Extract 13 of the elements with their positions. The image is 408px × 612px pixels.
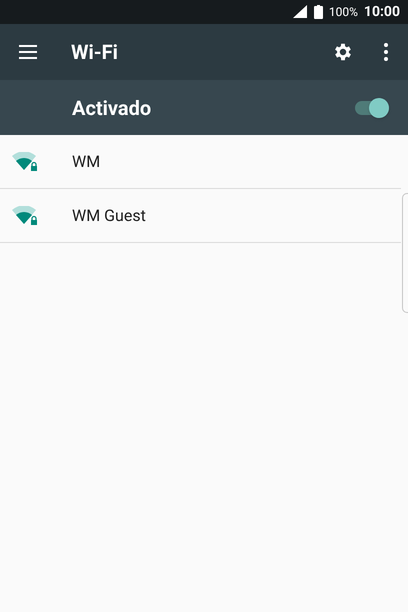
toggle-switch[interactable] (355, 96, 389, 118)
battery-icon (314, 5, 323, 19)
network-name: WM Guest (72, 204, 146, 226)
clock: 10:00 (364, 2, 400, 22)
signal-icon (292, 5, 308, 19)
menu-icon[interactable] (19, 45, 37, 59)
toolbar-title: Wi-Fi (71, 39, 118, 66)
switch-label: Activado (72, 94, 152, 122)
network-item[interactable]: WM (0, 135, 401, 189)
network-item[interactable]: WM Guest (0, 189, 401, 243)
battery-percentage: 100% (328, 4, 358, 21)
more-options-icon[interactable] (384, 43, 388, 61)
network-name: WM (72, 150, 100, 172)
